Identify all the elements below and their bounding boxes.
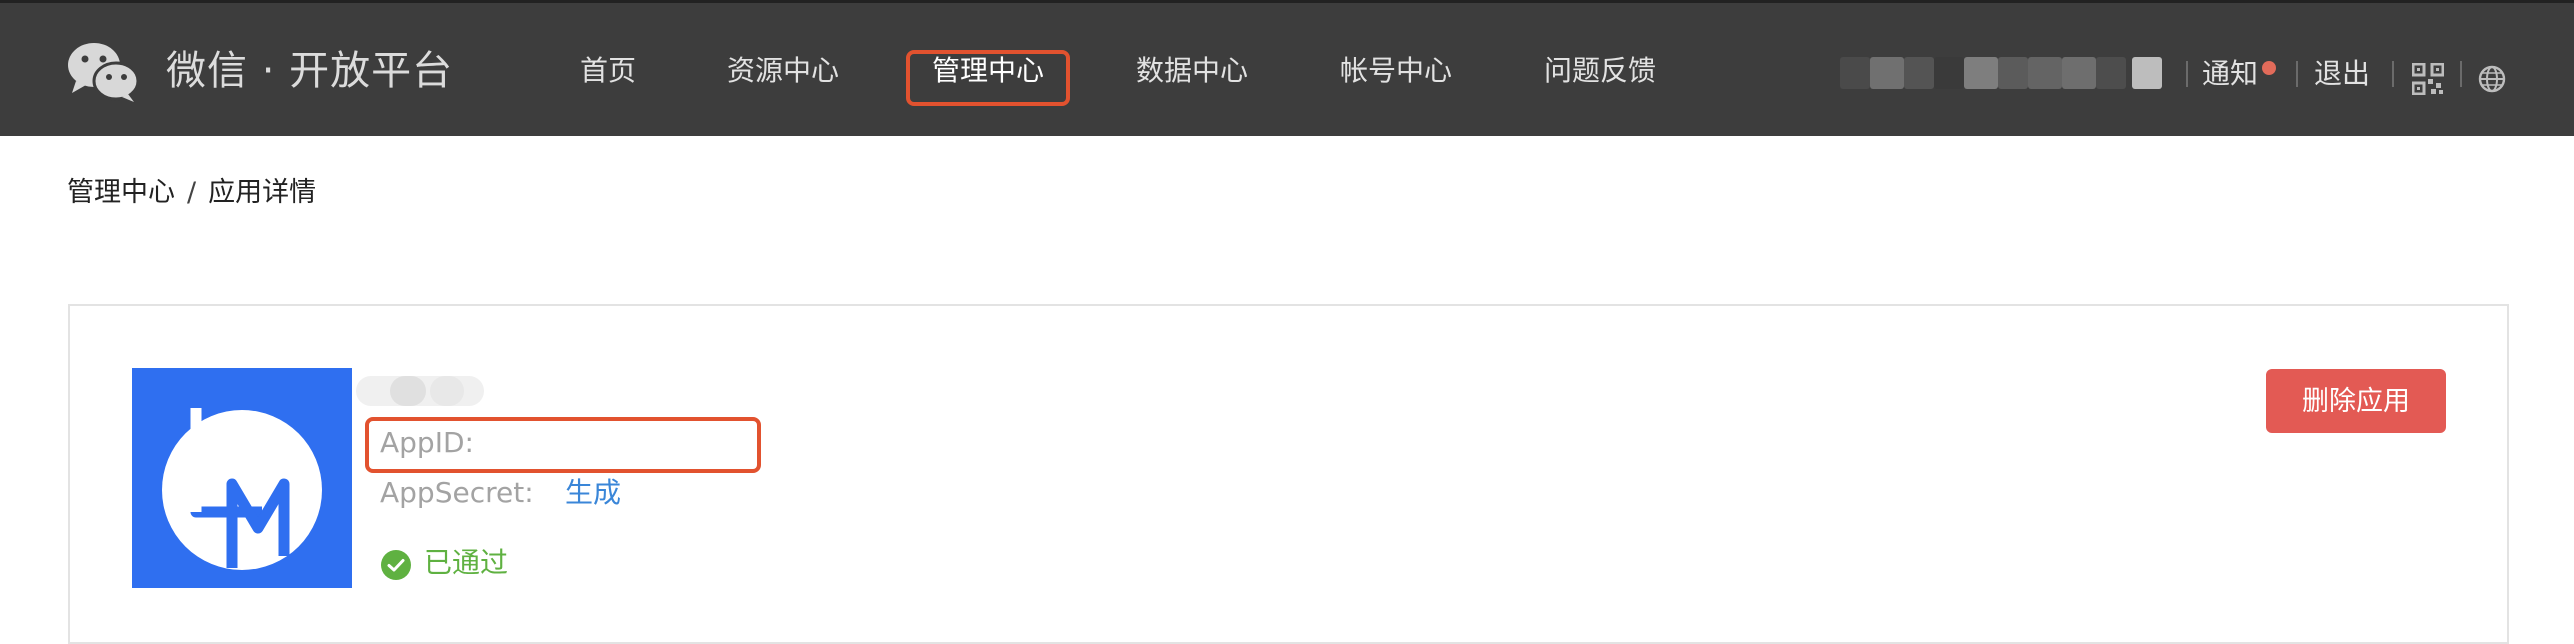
notification-link[interactable]: 通知: [2202, 55, 2258, 93]
wechat-logo-icon[interactable]: [66, 39, 140, 103]
divider: [2392, 61, 2394, 87]
nav-data-center[interactable]: 数据中心: [1136, 51, 1248, 91]
breadcrumb: 管理中心 / 应用详情: [67, 174, 316, 212]
brand-title[interactable]: 微信 · 开放平台: [166, 45, 453, 97]
delete-app-button[interactable]: 删除应用: [2266, 369, 2446, 433]
nav-feedback[interactable]: 问题反馈: [1544, 51, 1656, 91]
divider: [2296, 61, 2298, 87]
breadcrumb-separator: /: [187, 177, 197, 208]
logout-link[interactable]: 退出: [2314, 55, 2370, 93]
top-navigation-bar: 微信 · 开放平台 首页 资源中心 管理中心 数据中心 帐号中心 问题反馈 通知…: [0, 0, 2574, 136]
nav-resource-center[interactable]: 资源中心: [727, 51, 839, 91]
app-logo-lm-icon: [162, 408, 322, 570]
check-circle-icon: [381, 550, 411, 580]
appsecret-label: AppSecret:: [380, 476, 534, 509]
breadcrumb-parent[interactable]: 管理中心: [67, 177, 175, 208]
generate-secret-link[interactable]: 生成: [565, 474, 621, 512]
username-redacted[interactable]: [1840, 57, 2164, 89]
status-text: 已通过: [424, 546, 509, 579]
breadcrumb-current: 应用详情: [208, 177, 317, 208]
divider: [2186, 61, 2188, 87]
app-name-redacted: [356, 376, 484, 406]
nav-highlight-box: [906, 50, 1070, 106]
nav-home[interactable]: 首页: [580, 51, 636, 91]
notification-dot-icon: [2262, 61, 2276, 75]
app-icon: [132, 368, 352, 588]
appid-highlight-box: [365, 417, 761, 473]
divider: [2460, 61, 2462, 87]
qr-code-icon[interactable]: [2412, 63, 2444, 95]
nav-account-center[interactable]: 帐号中心: [1340, 51, 1452, 91]
globe-icon[interactable]: [2478, 65, 2506, 93]
